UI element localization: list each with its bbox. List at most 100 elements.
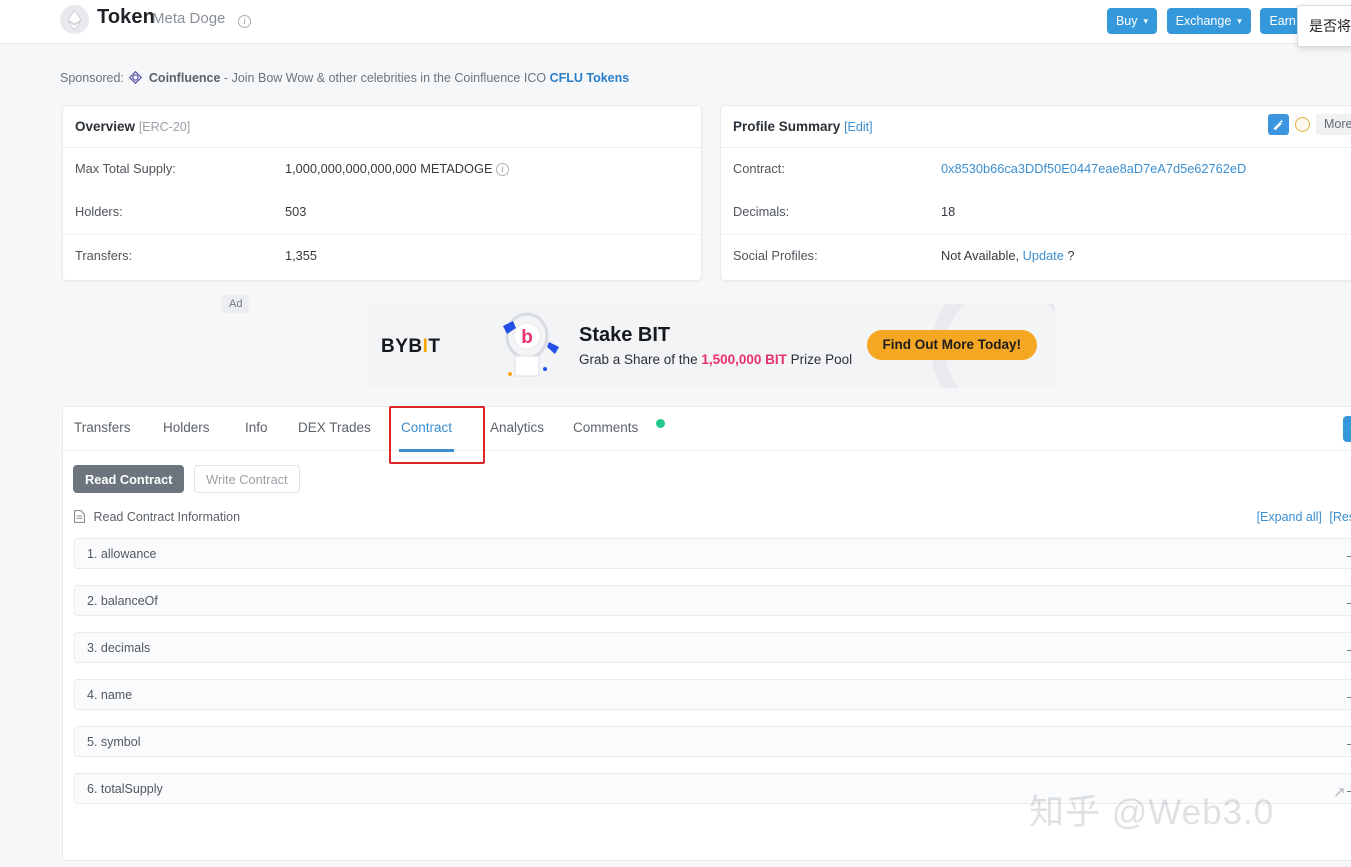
buy-button-label: Buy [1115,14,1138,28]
sponsored-prefix: Sponsored: [60,71,124,85]
max-total-supply-value: 1,000,000,000,000,000 METADOGE i [285,161,510,176]
contract-function-row[interactable]: 1. allowance → [74,538,1351,569]
search-button[interactable] [1343,416,1351,442]
contract-label: Contract: [733,161,785,176]
coin-circle-icon[interactable] [1294,117,1310,132]
arrow-right-icon: → [1344,781,1351,797]
sponsored-text: - Join Bow Wow & other celebrities in th… [223,71,547,85]
function-label: 1. allowance [87,547,157,561]
decimals-label: Decimals: [733,204,790,219]
profile-edit-link[interactable]: [Edit] [844,120,873,134]
supply-info-icon[interactable]: i [496,163,510,176]
sponsored-brand[interactable]: Coinfluence [149,71,221,85]
buy-button[interactable]: Buy ▾ [1106,8,1158,34]
tab-analytics[interactable]: Analytics [490,420,544,435]
tab-info[interactable]: Info [245,420,268,435]
read-contract-information-label: Read Contract Information [93,510,241,524]
transfers-value: 1,355 [285,248,318,263]
bybit-logo-t: T [428,336,441,357]
arrow-right-icon: → [1344,546,1351,562]
max-total-supply-label: Max Total Supply: [75,161,176,176]
tab-transfers[interactable]: Transfers [74,420,131,435]
sponsored-banner: Sponsored: Coinfluence - Join Bow Wow & … [60,70,630,85]
arrow-right-icon: → [1344,687,1351,703]
profile-title: Profile Summary [733,119,841,134]
title-info-icon[interactable]: i [238,13,251,28]
profile-card-header: Profile Summary [Edit] More▾ [721,106,1351,148]
profile-tools: More▾ [1267,114,1351,135]
svg-text:b: b [521,327,533,348]
overview-row-holders: Holders: 503 [63,191,701,234]
overview-row-transfers: Transfers: 1,355 [63,234,701,277]
arrow-right-icon: → [1344,734,1351,750]
translate-prompt-text: 是否将 [1309,18,1351,34]
social-profiles-label: Social Profiles: [733,248,818,263]
profile-more-dropdown[interactable]: More▾ [1315,114,1351,135]
overview-card-header: Overview [ERC-20] [63,106,701,148]
magic-wand-icon[interactable] [1267,114,1289,135]
translate-prompt-dialog[interactable]: 是否将 [1297,5,1351,47]
exchange-button-label: Exchange [1175,14,1232,28]
max-total-supply-text: 1,000,000,000,000,000 METADOGE [285,161,493,176]
contract-function-row[interactable]: 6. totalSupply → [74,773,1351,804]
read-contract-information-header: Read Contract Information [74,510,240,524]
social-profiles-value: Not Available, Update ? [941,248,1075,263]
social-profiles-text: Not Available, [941,248,1020,263]
bybit-logo: BYBIT [381,336,441,358]
contract-function-row[interactable]: 3. decimals → [74,632,1351,663]
ad-subtext-post: Prize Pool [786,352,853,367]
profile-row-social: Social Profiles: Not Available, Update ? [721,234,1351,277]
token-logo-icon [60,5,89,34]
profile-more-label: More [1323,117,1351,131]
profile-summary-card: Profile Summary [Edit] More▾ Contract: 0… [720,105,1351,281]
tab-comments[interactable]: Comments [573,420,638,435]
token-name: Meta Doge [152,10,226,27]
expand-reset-links: [Expand all] [Reset] [1253,510,1351,524]
top-header: Token Meta Doge i Buy ▾ Exchange ▾ Earn ▾ 是… [0,0,1351,47]
ad-label: Ad [222,295,250,313]
reset-link[interactable]: [Reset] [1329,510,1351,524]
overview-card: Overview [ERC-20] Max Total Supply: 1,00… [62,105,702,281]
decimals-value: 18 [941,204,956,219]
ad-prize-amount: 1,500,000 BIT [701,352,787,367]
overview-tag: [ERC-20] [138,120,191,134]
profile-row-contract: Contract: 0x8530b66ca3DDf50E0447eae8aD7e… [721,148,1351,191]
arrow-right-icon: → [1344,593,1351,609]
function-label: 5. symbol [87,735,141,749]
page-title: Token [97,6,155,28]
overview-row-max-supply: Max Total Supply: 1,000,000,000,000,000 … [63,148,701,191]
expand-all-link[interactable]: [Expand all] [1257,510,1322,524]
contract-panel: Transfers Holders Info DEX Trades Contra… [62,406,1351,861]
contract-mode-toggle: Read Contract Write Contract [73,465,300,493]
read-contract-button[interactable]: Read Contract [73,465,185,493]
document-icon [74,510,85,523]
social-suffix: ? [1067,248,1075,263]
coinfluence-icon [129,70,143,85]
function-label: 3. decimals [87,641,151,655]
ad-subtext: Grab a Share of the 1,500,000 BIT Prize … [579,352,852,367]
sponsored-link[interactable]: CFLU Tokens [550,71,630,85]
ad-cta-button[interactable]: Find Out More Today! [866,330,1037,360]
social-update-link[interactable]: Update [1023,248,1064,263]
function-label: 6. totalSupply [87,782,163,796]
contract-function-row[interactable]: 5. symbol → [74,726,1351,757]
contract-function-row[interactable]: 4. name → [74,679,1351,710]
ad-headline: Stake BIT [579,324,671,346]
contract-function-row[interactable]: 2. balanceOf → [74,585,1351,616]
holders-value: 503 [285,204,307,219]
tab-dex-trades[interactable]: DEX Trades [298,420,371,435]
arrow-right-icon: → [1344,640,1351,656]
ad-banner[interactable]: BYBIT b Stake BIT Grab a Share of the 1,… [367,304,1055,388]
exchange-button[interactable]: Exchange ▾ [1166,8,1251,34]
contract-address-link[interactable]: 0x8530b66ca3DDf50E0447eae8aD7eA7d5e62762… [941,161,1246,176]
tab-holders[interactable]: Holders [163,420,210,435]
transfers-label: Transfers: [75,248,133,263]
page-root: Token Meta Doge i Buy ▾ Exchange ▾ Earn ▾ 是… [0,0,1351,867]
chevron-down-icon: ▾ [1143,16,1149,26]
function-label: 2. balanceOf [87,594,158,608]
profile-row-decimals: Decimals: 18 [721,191,1351,234]
contract-value: 0x8530b66ca3DDf50E0447eae8aD7eA7d5e62762… [941,161,1246,176]
tab-contract[interactable]: Contract [398,420,455,452]
write-contract-button[interactable]: Write Contract [194,465,300,493]
earn-button-label: Earn [1269,14,1296,28]
